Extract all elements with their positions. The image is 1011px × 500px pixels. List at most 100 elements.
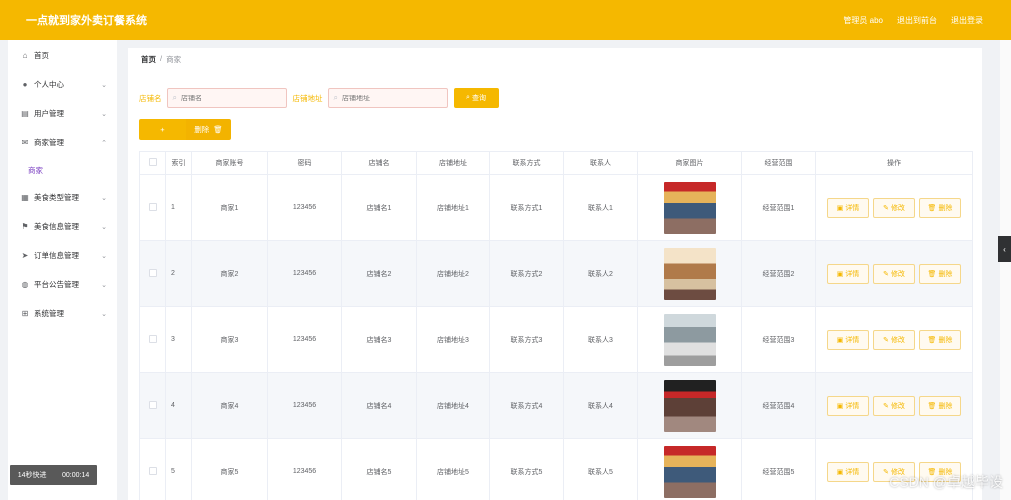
cell-password: 123456 — [267, 372, 342, 439]
detail-button[interactable]: ▣ 详情 — [827, 329, 869, 350]
trash-icon: 🗑 — [927, 336, 937, 344]
cell-account: 商家5 — [191, 438, 268, 500]
edit-button[interactable]: ✎ 修改 — [873, 197, 915, 218]
batch-delete-button[interactable]: 删除 🗑 — [186, 119, 231, 140]
shop-name-input[interactable] — [180, 94, 281, 102]
sidebar-item-label: 个人中心 — [34, 80, 64, 89]
search-icon: ⌕ — [172, 93, 177, 102]
cell-password: 123456 — [267, 438, 342, 500]
search-icon: ⌕ — [466, 94, 470, 101]
sidebar-item-system[interactable]: ⊞ 系统管理 ⌄ — [8, 299, 117, 328]
cell-contact: 联系方式2 — [489, 240, 564, 307]
chevron-down-icon: ⌄ — [101, 310, 107, 318]
column-header: 商家账号 — [191, 151, 268, 175]
select-all-cell[interactable] — [139, 151, 166, 175]
sidebar-item-merchants[interactable]: ✉ 商家管理 ⌃ — [8, 128, 117, 157]
sidebar-item-notices[interactable]: ◍ 平台公告管理 ⌄ — [8, 270, 117, 299]
edit-button[interactable]: ✎ 修改 — [873, 395, 915, 416]
shop-address-field[interactable]: ⌕ — [327, 88, 448, 108]
mail-icon: ✉ — [21, 138, 29, 147]
home-icon: ⌂ — [22, 51, 28, 60]
table-row: 5 商家5 123456 店铺名5 店铺地址5 联系方式5 联系人5 经营范围5… — [139, 438, 973, 500]
delete-button[interactable]: 🗑 删除 — [919, 197, 961, 218]
cell-shop-address: 店铺地址4 — [416, 372, 490, 439]
cell-scope: 经营范围1 — [741, 174, 816, 241]
shop-address-input[interactable] — [341, 94, 442, 102]
column-header: 联系人 — [563, 151, 638, 175]
column-header: 经营范围 — [741, 151, 816, 175]
merchant-image[interactable] — [663, 379, 716, 432]
shop-address-label: 店铺地址 — [292, 93, 323, 103]
top-header: 一点就到家外卖订餐系统 管理员 abo 退出到前台 退出登录 — [0, 0, 1011, 40]
cell-index: 5 — [165, 438, 192, 500]
page-scrollbar[interactable] — [1000, 40, 1011, 500]
cell-shop-name: 店铺名4 — [341, 372, 417, 439]
breadcrumb-current: 商家 — [166, 55, 182, 64]
chevron-left-icon: ‹ — [1003, 244, 1006, 254]
row-checkbox[interactable] — [148, 202, 157, 211]
delete-button[interactable]: 🗑 删除 — [919, 395, 961, 416]
cell-person: 联系人3 — [563, 306, 638, 373]
breadcrumb-home[interactable]: 首页 — [141, 54, 156, 65]
detail-icon: ▣ — [836, 468, 844, 476]
cell-contact: 联系方式5 — [489, 438, 564, 500]
playback-time: 00:00:14 — [62, 471, 90, 479]
globe-icon: ◍ — [21, 280, 29, 289]
send-icon: ➤ — [21, 251, 29, 260]
chevron-down-icon: ⌄ — [101, 223, 107, 231]
sidebar-item-home[interactable]: ⌂ 首页 — [8, 41, 117, 70]
shop-name-label: 店铺名 — [139, 93, 162, 103]
row-checkbox[interactable] — [148, 334, 157, 343]
edit-button[interactable]: ✎ 修改 — [873, 263, 915, 284]
merchant-image[interactable] — [663, 313, 716, 366]
admin-user-label[interactable]: 管理员 abo — [843, 15, 883, 26]
sidebar-item-profile[interactable]: ● 个人中心 ⌄ — [8, 70, 117, 99]
apps-icon: ⊞ — [21, 309, 29, 318]
detail-button[interactable]: ▣ 详情 — [827, 461, 869, 482]
trash-icon: 🗑 — [927, 270, 937, 278]
cell-shop-address: 店铺地址3 — [416, 306, 490, 373]
add-button[interactable]: + — [139, 119, 186, 140]
logout-link[interactable]: 退出登录 — [951, 15, 983, 26]
breadcrumb-separator: / — [160, 54, 163, 63]
sidebar-item-users[interactable]: ▤ 用户管理 ⌄ — [8, 99, 117, 128]
sidebar-item-food-info[interactable]: ⚑ 美食信息管理 ⌄ — [8, 212, 117, 241]
app-title: 一点就到家外卖订餐系统 — [26, 15, 147, 27]
chevron-down-icon: ⌄ — [101, 252, 107, 260]
cell-contact: 联系方式4 — [489, 372, 564, 439]
header-links: 管理员 abo 退出到前台 退出登录 — [843, 15, 983, 26]
exit-to-front-link[interactable]: 退出到前台 — [897, 15, 937, 26]
cell-person: 联系人2 — [563, 240, 638, 307]
row-checkbox[interactable] — [148, 466, 157, 475]
cell-password: 123456 — [267, 174, 342, 241]
select-all-checkbox[interactable] — [148, 158, 157, 166]
detail-button[interactable]: ▣ 详情 — [827, 197, 869, 218]
detail-icon: ▣ — [836, 270, 844, 278]
merchant-image[interactable] — [663, 445, 716, 498]
detail-button[interactable]: ▣ 详情 — [827, 395, 869, 416]
row-checkbox[interactable] — [148, 400, 157, 409]
watermark: CSDN @卓越毕设 — [889, 474, 1003, 490]
cell-contact: 联系方式1 — [489, 174, 564, 241]
cell-shop-name: 店铺名3 — [341, 306, 417, 373]
chevron-down-icon: ⌄ — [101, 281, 107, 289]
detail-button[interactable]: ▣ 详情 — [827, 263, 869, 284]
action-buttons: + 删除 🗑 — [139, 119, 231, 140]
edit-button[interactable]: ✎ 修改 — [873, 329, 915, 350]
sidebar-subitem-merchant[interactable]: 商家 — [8, 157, 117, 183]
collapse-tab[interactable]: ‹ — [998, 236, 1011, 262]
sidebar-item-orders[interactable]: ➤ 订单信息管理 ⌄ — [8, 241, 117, 270]
merchant-image[interactable] — [663, 247, 716, 300]
row-checkbox[interactable] — [148, 268, 157, 277]
shop-name-field[interactable]: ⌕ — [166, 88, 287, 108]
sidebar-item-label: 美食类型管理 — [34, 193, 79, 202]
delete-button[interactable]: 🗑 删除 — [919, 263, 961, 284]
merchant-image[interactable] — [663, 181, 716, 234]
table-header-row: 索引 商家账号 密码 店铺名 店铺地址 联系方式 联系人 商家图片 经营范围 操… — [139, 151, 973, 175]
sidebar-item-food-types[interactable]: ▦ 美食类型管理 ⌄ — [8, 183, 117, 212]
cell-person: 联系人4 — [563, 372, 638, 439]
delete-button[interactable]: 🗑 删除 — [919, 329, 961, 350]
main-content: 首页 / 商家 店铺名 ⌕ 店铺地址 ⌕ ⌕ 查询 + 删除 🗑 — [128, 48, 982, 500]
search-button[interactable]: ⌕ 查询 — [453, 88, 499, 108]
cell-shop-address: 店铺地址1 — [416, 174, 490, 241]
